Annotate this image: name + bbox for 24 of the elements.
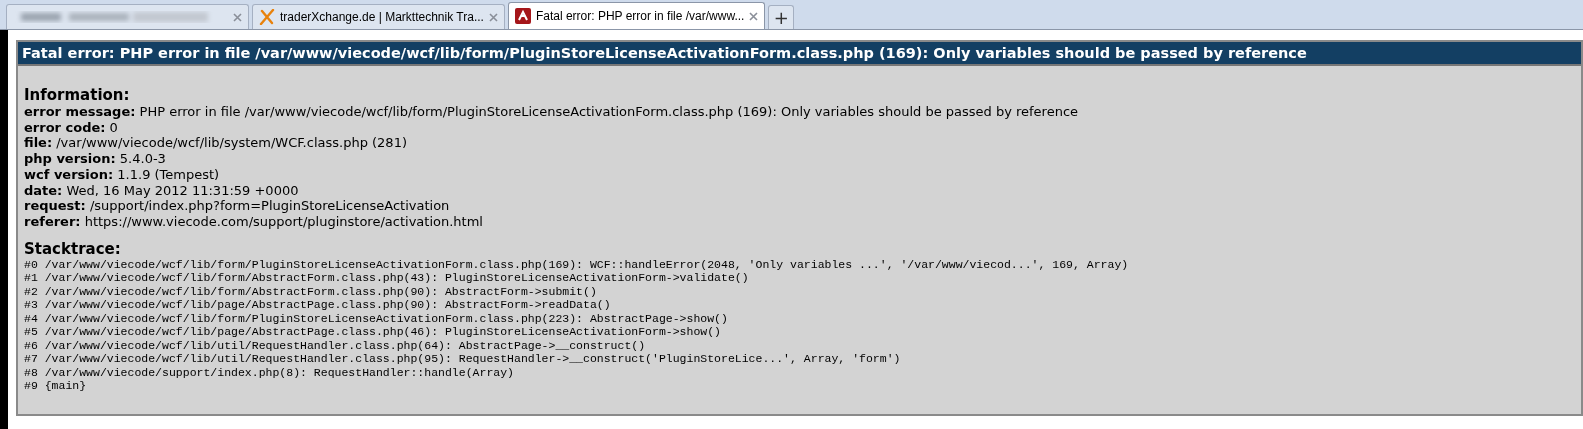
error-title: Fatal error: PHP error in file /var/www/viecode/wcf/lib/form/PluginStoreLicenseActivationForm.class.php (169): Only variables should be passed by reference [18, 42, 1581, 66]
stacktrace-line: #7 /var/www/viecode/wcf/lib/util/RequestHandler.class.php(95): RequestHandler->__construct('PluginStoreLice...', Array, 'form') [24, 352, 901, 366]
stacktrace-line: #9 {main} [24, 379, 87, 393]
info-line: php version: 5.4.0-3 [24, 151, 166, 167]
section-heading: Stacktrace: [24, 239, 121, 258]
info-line: error code: 0 [24, 119, 118, 136]
info-line: date: Wed, 16 May 2012 11:31:59 +0000 [24, 182, 299, 199]
section-heading: Information: [24, 86, 130, 104]
browser-tab[interactable]: Fatal error: PHP error in file /var/www... [507, 2, 766, 29]
stacktrace-line: #2 /var/www/viecode/wcf/lib/form/AbstractForm.class.php(90): AbstractForm->submit() [24, 284, 597, 299]
new-tab-button[interactable]: + [768, 5, 795, 29]
stacktrace-line: #1 /var/www/viecode/wcf/lib/form/AbstractForm.class.php(43): PluginStoreLicenseActivationForm->validate() [24, 271, 749, 285]
stacktrace-line: #8 /var/www/viecode/support/index.php(8): RequestHandler::handle(Array) [24, 365, 514, 380]
stacktrace-line: #5 /var/www/viecode/wcf/lib/page/AbstractPage.class.php(46): PluginStoreLicenseActivationForm->show() [24, 325, 721, 339]
stacktrace-line: #3 /var/www/viecode/wcf/lib/page/AbstractPage.class.php(90): AbstractForm->readData() [24, 298, 611, 312]
info-line: referer: https://www.viecode.com/support/pluginstore/activation.html [24, 213, 483, 230]
stacktrace-line: #6 /var/www/viecode/wcf/lib/util/RequestHandler.class.php(64): AbstractPage->__construct() [24, 338, 646, 353]
browser-tab[interactable]: traderXchange.de | Markttechnik Tra... [252, 4, 505, 29]
stacktrace-line: #4 /var/www/viecode/wcf/lib/form/PluginStoreLicenseActivationForm.class.php(223): AbstractPage->show() [24, 311, 728, 326]
info-line: request: /support/index.php?form=PluginStoreLicenseActivation [24, 198, 450, 214]
stacktrace-line: #0 /var/www/viecode/wcf/lib/form/PluginStoreLicenseActivationForm.class.php(169): WCF::handleError(2048, 'Only variables ...', '/var/www/viecod...', 169, Array) [24, 257, 1129, 272]
info-line: error message: PHP error in file /var/www/viecode/wcf/lib/form/PluginStoreLicenseActivationForm.class.php (169): Only variables should be passed by reference [24, 104, 1079, 120]
info-line: wcf version: 1.1.9 (Tempest) [24, 166, 220, 183]
info-line: file: /var/www/viecode/wcf/lib/system/WCF.class.php (281) [24, 135, 407, 152]
